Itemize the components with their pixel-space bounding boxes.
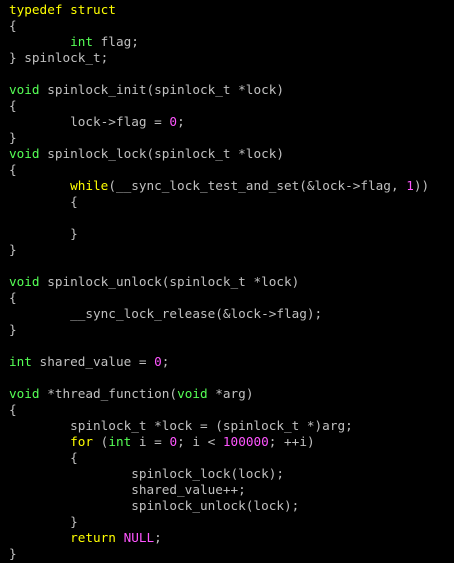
code-line[interactable]: }: [9, 514, 429, 530]
code-line[interactable]: shared_value++;: [9, 482, 429, 498]
code-line[interactable]: typedef struct: [9, 2, 429, 18]
code-token: {: [9, 194, 78, 209]
code-line[interactable]: }: [9, 546, 429, 562]
code-line[interactable]: lock->flag = 0;: [9, 114, 429, 130]
code-token: }: [9, 242, 17, 257]
code-token: ;: [154, 530, 162, 545]
code-line[interactable]: __sync_lock_release(&lock->flag);: [9, 306, 429, 322]
code-token: } spinlock_t;: [9, 50, 109, 65]
code-token: void: [9, 82, 40, 97]
code-line[interactable]: void spinlock_lock(spinlock_t *lock): [9, 146, 429, 162]
code-line[interactable]: } spinlock_t;: [9, 50, 429, 66]
code-token: )): [413, 178, 430, 193]
code-line[interactable]: void *thread_function(void *arg): [9, 386, 429, 402]
code-token: 0: [169, 434, 178, 449]
code-token: 0: [154, 354, 162, 369]
code-token: }: [9, 546, 17, 561]
code-line[interactable]: }: [9, 130, 429, 146]
code-token: {: [9, 290, 17, 305]
code-token: }: [9, 514, 78, 529]
code-token: {: [9, 450, 78, 465]
code-line[interactable]: {: [9, 402, 429, 418]
code-token: __sync_lock_release(&lock->flag);: [9, 306, 323, 321]
code-token: }: [9, 226, 78, 241]
code-line[interactable]: [9, 258, 429, 274]
code-line[interactable]: void spinlock_unlock(spinlock_t *lock): [9, 274, 429, 290]
code-token: ; i <: [177, 434, 223, 449]
code-line[interactable]: }: [9, 226, 429, 242]
code-line[interactable]: {: [9, 450, 429, 466]
code-token: typedef struct: [9, 2, 116, 17]
code-token: {: [9, 98, 17, 113]
code-line[interactable]: return NULL;: [9, 530, 429, 546]
code-line[interactable]: while(__sync_lock_test_and_set(&lock->fl…: [9, 178, 429, 194]
code-line[interactable]: int flag;: [9, 34, 429, 50]
code-line[interactable]: }: [9, 242, 429, 258]
code-token: return: [70, 530, 116, 545]
code-token: spinlock_lock(lock);: [9, 466, 284, 481]
code-line[interactable]: [9, 66, 429, 82]
code-line[interactable]: {: [9, 98, 429, 114]
code-token: void: [9, 274, 40, 289]
code-token: while: [70, 178, 109, 193]
code-token: flag;: [93, 34, 139, 49]
code-line[interactable]: spinlock_lock(lock);: [9, 466, 429, 482]
code-token: shared_value =: [31, 354, 155, 369]
code-token: spinlock_lock(spinlock_t *lock): [39, 146, 284, 161]
code-token: spinlock_t *lock = (spinlock_t *)arg;: [9, 418, 353, 433]
code-line[interactable]: spinlock_t *lock = (spinlock_t *)arg;: [9, 418, 429, 434]
code-token: }: [9, 130, 17, 145]
code-token: {: [9, 402, 17, 417]
code-line[interactable]: for (int i = 0; i < 100000; ++i): [9, 434, 429, 450]
code-token: NULL: [123, 530, 155, 545]
code-line[interactable]: [9, 210, 429, 226]
code-token: ; ++i): [268, 434, 315, 449]
code-line[interactable]: [9, 338, 429, 354]
code-line[interactable]: spinlock_unlock(lock);: [9, 498, 429, 514]
code-token: int: [9, 354, 32, 369]
code-token: i =: [131, 434, 170, 449]
code-editor[interactable]: typedef struct{ int flag;} spinlock_t; vo…: [0, 0, 454, 563]
code-token: void: [177, 386, 208, 401]
code-token: void: [9, 386, 40, 401]
code-token: spinlock_unlock(spinlock_t *lock): [39, 274, 300, 289]
code-token: 1: [406, 178, 414, 193]
code-line[interactable]: [9, 370, 429, 386]
code-text-area[interactable]: typedef struct{ int flag;} spinlock_t; vo…: [0, 2, 429, 562]
code-token: void: [9, 146, 40, 161]
code-token: int: [108, 434, 132, 449]
code-token: 100000: [222, 434, 269, 449]
code-line[interactable]: {: [9, 162, 429, 178]
code-line[interactable]: {: [9, 290, 429, 306]
code-line[interactable]: }: [9, 322, 429, 338]
code-token: }: [9, 322, 17, 337]
code-token: {: [9, 18, 17, 33]
code-token: lock->flag =: [9, 114, 170, 129]
code-token: 0: [169, 114, 178, 129]
code-token: {: [9, 162, 17, 177]
code-token: shared_value++;: [9, 482, 246, 497]
code-token: (__sync_lock_test_and_set(&lock->flag,: [108, 178, 407, 193]
code-token: spinlock_unlock(lock);: [9, 498, 300, 513]
code-token: ;: [177, 114, 185, 129]
code-token: spinlock_init(spinlock_t *lock): [39, 82, 284, 97]
code-token: ;: [161, 354, 170, 369]
code-line[interactable]: {: [9, 194, 429, 210]
code-line[interactable]: void spinlock_init(spinlock_t *lock): [9, 82, 429, 98]
code-token: *arg): [207, 386, 254, 401]
code-line[interactable]: {: [9, 18, 429, 34]
code-token: (: [93, 434, 109, 449]
code-token: *thread_function(: [39, 386, 178, 401]
code-line[interactable]: int shared_value = 0;: [9, 354, 429, 370]
code-token: for: [70, 434, 94, 449]
code-token: int: [70, 34, 94, 49]
